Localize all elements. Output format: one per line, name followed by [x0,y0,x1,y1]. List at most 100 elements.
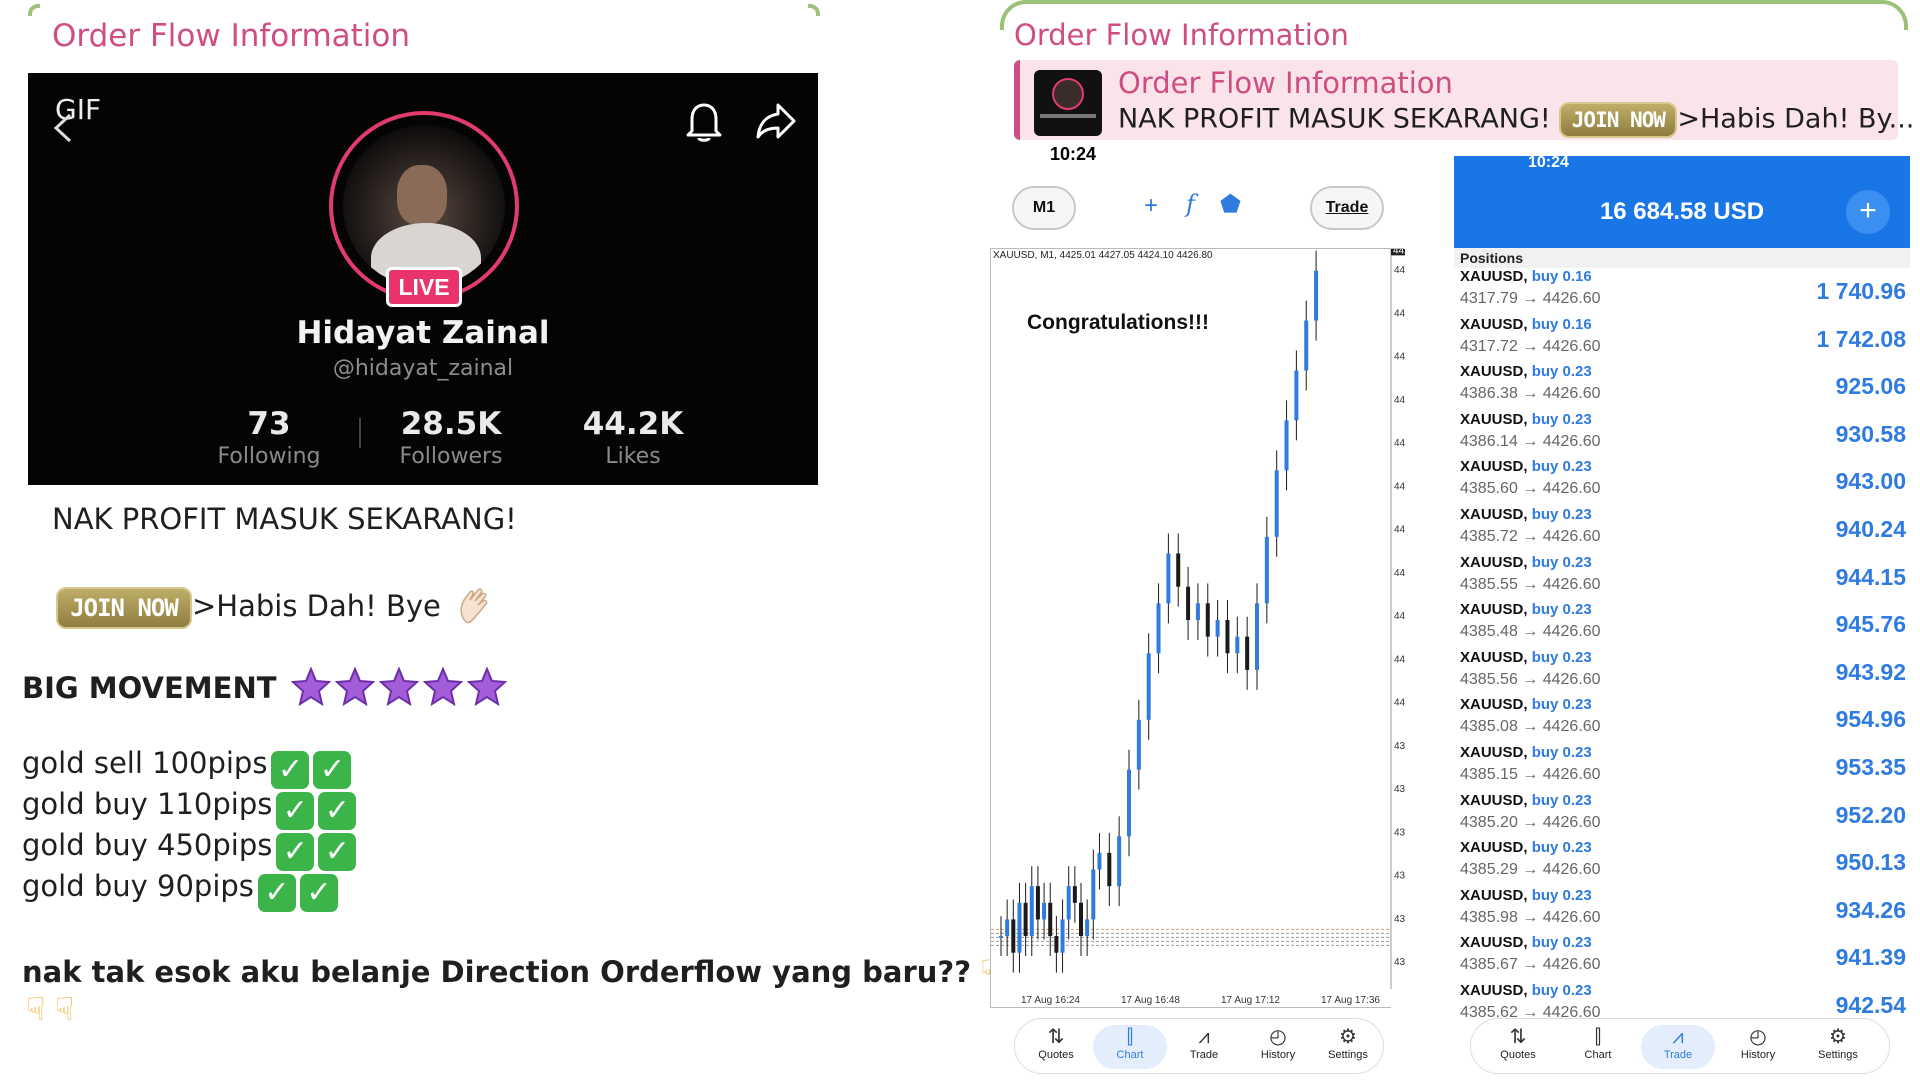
candle-body [1042,902,1047,920]
position-row[interactable]: XAUUSD, buy 0.23 4385.08 → 4426.60 954.96 [1460,696,1910,744]
closing-text: nak tak esok aku belanje Direction Order… [22,955,972,989]
time-tick-label: 17 Aug 16:24 [1021,995,1080,1006]
closing-emoji-line: ☟ ☟ [26,990,74,1028]
position-prices: 4385.08 → 4426.60 [1460,718,1601,736]
tab-label: Chart [1116,1049,1144,1061]
positions-heading: Positions [1454,248,1910,268]
tab-quotes[interactable]: ⇅ Quotes [1019,1025,1093,1061]
candle-body [1079,902,1083,937]
mt5-chart-screenshot[interactable]: 10:24 M1 + f ⬟ Trade 4426.10 4423.50 4420.… [990,144,1405,1080]
position-symbol-text: XAUUSD, [1460,363,1528,381]
position-side: buy 0.23 [1531,410,1592,428]
candle-body [1195,603,1200,620]
price-tick-label: 4400.10 [1394,698,1405,709]
position-row[interactable]: XAUUSD, buy 0.23 4385.60 → 4426.60 943.00 [1460,458,1910,506]
reply-preview[interactable]: Order Flow Information NAK PROFIT MASUK … [1014,60,1914,140]
candle-body [1072,886,1077,903]
position-row[interactable]: XAUUSD, buy 0.23 4386.14 → 4426.60 930.58 [1460,411,1910,459]
channel-title[interactable]: Order Flow Information [1014,18,1349,52]
channel-title[interactable]: Order Flow Information [52,18,410,54]
tab-trade[interactable]: ⩘ Trade [1167,1025,1241,1061]
position-prices: 4385.55 → 4426.60 [1460,575,1601,593]
position-profit: 945.76 [1835,611,1906,638]
position-row[interactable]: XAUUSD, buy 0.23 4385.56 → 4426.60 943.92 [1460,649,1910,697]
position-row[interactable]: XAUUSD, buy 0.16 4317.72 → 4426.60 1 742.0… [1460,316,1910,364]
objects-icon[interactable]: ⬟ [1220,190,1241,219]
position-row[interactable]: XAUUSD, buy 0.16 4317.79 → 4426.60 1 740.9… [1460,268,1910,316]
bubble-corner [28,4,40,16]
profile-gif[interactable]: GIF LIVE Hidayat Zainal @hidayat_zainal … [28,73,818,485]
price-tick-label: 4423.50 [1394,308,1405,319]
position-prices: 4385.56 → 4426.60 [1460,670,1601,688]
candle-body [1017,902,1022,953]
time-tick-label: 17 Aug 17:12 [1221,995,1280,1006]
candle-body [1284,420,1289,471]
big-movement-line: BIG MOVEMENT [22,666,507,706]
join-suffix: >Habis Dah! Bye [192,589,441,623]
position-symbol-text: XAUUSD, [1460,506,1528,523]
tab-history[interactable]: ◴ History [1721,1025,1795,1061]
candle-body [1314,270,1319,321]
crosshair-icon[interactable]: + [1144,192,1158,220]
signal-line: gold buy 110pips ✓ ✓ [22,787,357,830]
star-icon [334,666,375,706]
position-row[interactable]: XAUUSD, buy 0.23 4385.98 → 4426.60 934.26 [1460,887,1910,935]
position-side: buy 0.16 [1531,315,1592,333]
tab-settings[interactable]: ⚙ Settings [1311,1025,1385,1061]
position-row[interactable]: XAUUSD, buy 0.23 4385.20 → 4426.60 952.20 [1460,792,1910,840]
position-side: buy 0.23 [1531,982,1592,999]
candle-body [1225,619,1230,654]
position-row[interactable]: XAUUSD, buy 0.23 4385.29 → 4426.60 950.13 [1460,839,1910,887]
tab-history[interactable]: ◴ History [1241,1025,1315,1061]
position-symbol: XAUUSD, buy 0.23 [1460,458,1592,475]
position-symbol-text: XAUUSD, [1460,601,1528,619]
new-order-button[interactable]: + [1846,190,1890,234]
position-row[interactable]: XAUUSD, buy 0.23 4385.55 → 4426.60 944.15 [1460,554,1910,602]
trade-button[interactable]: Trade [1310,186,1384,230]
bell-icon [686,103,722,142]
mt5-positions-screenshot[interactable]: 10:24 16 684.58 USD + Positions XAUUSD, … [1454,150,1920,1080]
tab-label: Settings [1328,1049,1368,1061]
stat-following: 73 Following [194,406,344,469]
price-tick-label: 4407.90 [1394,568,1405,579]
position-symbol-text: XAUUSD, [1460,934,1528,952]
indicators-icon[interactable]: f [1186,190,1195,218]
position-prices: 4385.29 → 4426.60 [1460,861,1601,879]
price-chart[interactable]: 4426.10 4423.50 4420.90 4418.30 4415.70 4413.… [990,248,1405,1009]
join-now-button[interactable]: JOIN NOW [56,587,192,629]
candle-body [1127,769,1131,837]
reply-text: NAK PROFIT MASUK SEKARANG! JOIN NOW >Habi… [1118,102,1914,138]
stat-followers: 28.5K Followers [376,406,526,469]
tab-settings[interactable]: ⚙ Settings [1801,1025,1875,1061]
quotes-icon: ⇅ [1509,1026,1527,1048]
position-row[interactable]: XAUUSD, buy 0.23 4385.15 → 4426.60 953.35 [1460,744,1910,792]
candle-body [999,936,1003,938]
candle-body [1060,919,1065,953]
timeframe-button[interactable]: M1 [1012,186,1076,230]
price-tick-label: 4392.30 [1394,827,1405,838]
position-row[interactable]: XAUUSD, buy 0.23 4385.67 → 4426.60 941.39 [1460,934,1910,982]
candle-body [1085,919,1090,937]
position-symbol: XAUUSD, buy 0.23 [1460,601,1592,618]
candle-body [1117,836,1122,887]
status-time: 10:24 [1050,144,1097,164]
tab-quotes[interactable]: ⇅ Quotes [1481,1025,1555,1061]
position-side: buy 0.23 [1531,791,1592,809]
position-prices: 4386.38 → 4426.60 [1460,385,1601,403]
position-side: buy 0.23 [1531,934,1592,952]
tab-chart[interactable]: ⫿ Chart [1093,1025,1167,1069]
position-side: buy 0.23 [1531,363,1592,381]
chart-icon: ⫿ [1126,1026,1134,1048]
symbol-info: XAUUSD, M1, 4425.01 4427.05 4424.10 4426… [993,250,1213,261]
current-price-label: 4426.80 [1393,249,1405,256]
position-row[interactable]: XAUUSD, buy 0.23 4385.72 → 4426.60 940.24 [1460,506,1910,554]
position-row[interactable]: XAUUSD, buy 0.23 4386.38 → 4426.60 925.06 [1460,363,1910,411]
position-side: buy 0.16 [1531,268,1592,285]
tab-chart[interactable]: ⫿ Chart [1561,1025,1635,1061]
position-symbol: XAUUSD, buy 0.16 [1460,268,1592,285]
signal-line: gold buy 90pips ✓ ✓ [22,869,338,912]
tab-trade[interactable]: ⩘ Trade [1641,1025,1715,1069]
candle-body [1255,603,1259,670]
position-symbol: XAUUSD, buy 0.23 [1460,887,1592,904]
position-row[interactable]: XAUUSD, buy 0.23 4385.48 → 4426.60 945.76 [1460,601,1910,649]
